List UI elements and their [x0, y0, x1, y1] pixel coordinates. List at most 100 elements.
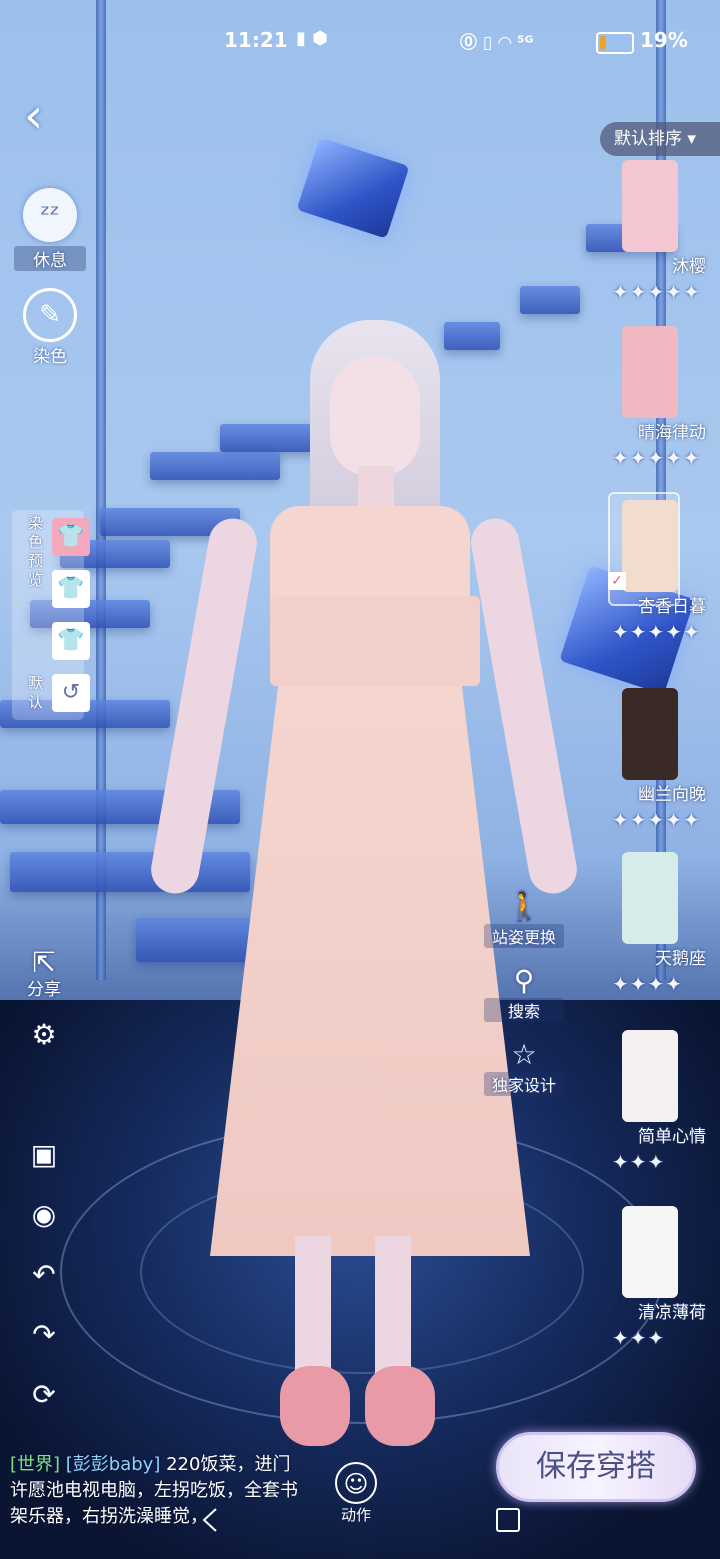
outfit-thumbnail [622, 1030, 678, 1122]
reset-icon: ↺ [61, 680, 81, 705]
character-face [330, 356, 420, 476]
outfit-thumbnail [622, 160, 678, 252]
outfit-item[interactable]: 沐樱 ✦✦✦✦✦ [608, 160, 714, 310]
share-icon: ⇱ [32, 946, 56, 979]
dress-ruffle [270, 596, 480, 686]
back-button[interactable]: ‹ [24, 90, 72, 142]
refresh-icon: ⟳ [32, 1378, 56, 1411]
outfit-item[interactable]: 幽兰向晚 ✦✦✦✦✦ [608, 688, 714, 838]
signal-icons: ⓪ ▯ ◠ ⁵ᴳ [460, 33, 534, 53]
search-icon: ⚲ [513, 964, 535, 997]
outfit-item[interactable]: 天鹅座 ✦✦✦✦ [608, 852, 714, 1002]
hide-ui-button[interactable]: ◉ [24, 1198, 64, 1232]
star-rating: ✦✦✦✦✦ [612, 280, 701, 304]
nav-recents-icon[interactable] [496, 1508, 520, 1532]
star-rating: ✦✦✦✦✦ [612, 446, 701, 470]
brush-icon: ✎ [23, 288, 77, 342]
floating-cube [296, 137, 410, 239]
star-rating: ✦✦✦✦✦ [612, 620, 701, 644]
reset-default-button[interactable]: ↺ [52, 674, 90, 712]
chat-channel: [世界] [10, 1454, 61, 1475]
preview-slot-1[interactable]: 👕 [52, 518, 90, 556]
outfit-name: 沐樱 [672, 257, 706, 277]
action-button[interactable]: ☺ 动作 [330, 1462, 382, 1525]
dye-button[interactable]: ✎ 染色 [14, 288, 86, 367]
dye-preview-label: 染色预览 [28, 514, 44, 589]
pose-label: 站姿更换 [484, 924, 564, 948]
gear-icon: ⚙ [31, 1018, 57, 1051]
player-character[interactable] [147, 316, 581, 1456]
outfit-item[interactable]: 清凉薄荷 ✦✦✦ [608, 1206, 714, 1356]
outfit-name: 清凉薄荷 [638, 1303, 706, 1323]
share-label: 分享 [27, 980, 61, 1000]
battery-percent: 19% [640, 28, 688, 52]
battery-fill [600, 36, 607, 50]
action-icon: ☺ [335, 1462, 377, 1504]
search-label: 搜索 [484, 998, 564, 1022]
undo-button[interactable]: ↶ [24, 1258, 64, 1292]
exclusive-label: 独家设计 [484, 1072, 564, 1096]
share-button[interactable]: ⇱ 分享 [24, 946, 64, 1000]
rest-label: 休息 [14, 246, 86, 271]
outfit-name: 简单心情 [638, 1127, 706, 1147]
settings-button[interactable]: ⚙ [24, 1018, 64, 1052]
star-rating: ✦✦✦✦✦ [612, 808, 701, 832]
outfit-thumbnail [622, 500, 678, 592]
outfit-item[interactable]: 简单心情 ✦✦✦ [608, 1030, 714, 1180]
stair-step [520, 286, 580, 314]
shirt-icon: 👕 [57, 628, 85, 653]
photo-button[interactable]: ▣ [24, 1138, 64, 1172]
character-leg [295, 1236, 331, 1376]
fluffy-slipper [365, 1366, 435, 1446]
save-outfit-button[interactable]: 保存穿搭 [496, 1432, 696, 1502]
character-leg [375, 1236, 411, 1376]
preview-slot-3[interactable]: 👕 [52, 622, 90, 660]
default-label: 默认 [28, 674, 44, 711]
image-icon: ▣ [30, 1138, 58, 1171]
outfit-thumbnail [622, 688, 678, 780]
outfit-thumbnail [622, 326, 678, 418]
redo-button[interactable]: ↷ [24, 1318, 64, 1352]
battery-icon [596, 32, 634, 54]
outfit-name: 天鹅座 [655, 949, 706, 969]
chat-user[interactable]: [彭彭baby] [66, 1454, 161, 1475]
search-button[interactable]: ⚲ 搜索 [484, 964, 564, 1022]
check-icon: ✓ [608, 572, 626, 590]
rest-button[interactable]: ᶻᶻ 休息 [14, 188, 86, 271]
star-rating: ✦✦✦✦ [612, 972, 684, 996]
sort-label: 默认排序 [614, 129, 682, 149]
nav-back-icon[interactable] [200, 1507, 220, 1533]
person-icon: 🚶 [506, 890, 542, 923]
star-rating: ✦✦✦ [612, 1326, 666, 1350]
outfit-thumbnail [622, 852, 678, 944]
outfit-thumbnail [622, 1206, 678, 1298]
redo-icon: ↷ [32, 1318, 56, 1351]
left-pillar [96, 0, 106, 980]
preview-slot-2[interactable]: 👕 [52, 570, 90, 608]
star-rating: ✦✦✦ [612, 1150, 666, 1174]
dress-skirt [210, 666, 530, 1256]
undo-icon: ↶ [32, 1258, 56, 1291]
sleep-icon: ᶻᶻ [23, 188, 77, 242]
fluffy-slipper [280, 1366, 350, 1446]
star-icon: ☆ [511, 1038, 537, 1071]
pose-change-button[interactable]: 🚶 站姿更换 [484, 890, 564, 948]
dye-preview-panel: 染色预览 默认 👕 👕 👕 ↺ [12, 510, 90, 720]
status-bar: 11:21 ▮ ⬢ ⓪ ▯ ◠ ⁵ᴳ 19% [0, 22, 720, 62]
sort-dropdown[interactable]: 默认排序 ▾ [600, 122, 720, 156]
chevron-left-icon: ‹ [24, 88, 44, 144]
outfit-item[interactable]: 晴海律动 ✦✦✦✦✦ [608, 326, 714, 476]
eye-icon: ◉ [31, 1198, 57, 1231]
outfit-item[interactable]: ✓ 杏香日暮 ✦✦✦✦✦ [608, 492, 714, 650]
dye-label: 染色 [33, 347, 67, 367]
caret-down-icon: ▾ [687, 129, 696, 149]
reset-button[interactable]: ⟳ [24, 1378, 64, 1412]
exclusive-design-button[interactable]: ☆ 独家设计 [484, 1038, 564, 1096]
notification-icons: ▮ ⬢ [296, 28, 328, 49]
action-label: 动作 [340, 1506, 371, 1524]
outfit-name: 杏香日暮 [638, 597, 706, 617]
clock: 11:21 [224, 28, 288, 52]
outfit-name: 晴海律动 [638, 423, 706, 443]
world-chat[interactable]: [世界] [彭彭baby] 220饭菜，进门许愿池电视电脑，左拐吃饭，全套书架乐… [10, 1452, 300, 1530]
shirt-icon: 👕 [57, 524, 85, 549]
